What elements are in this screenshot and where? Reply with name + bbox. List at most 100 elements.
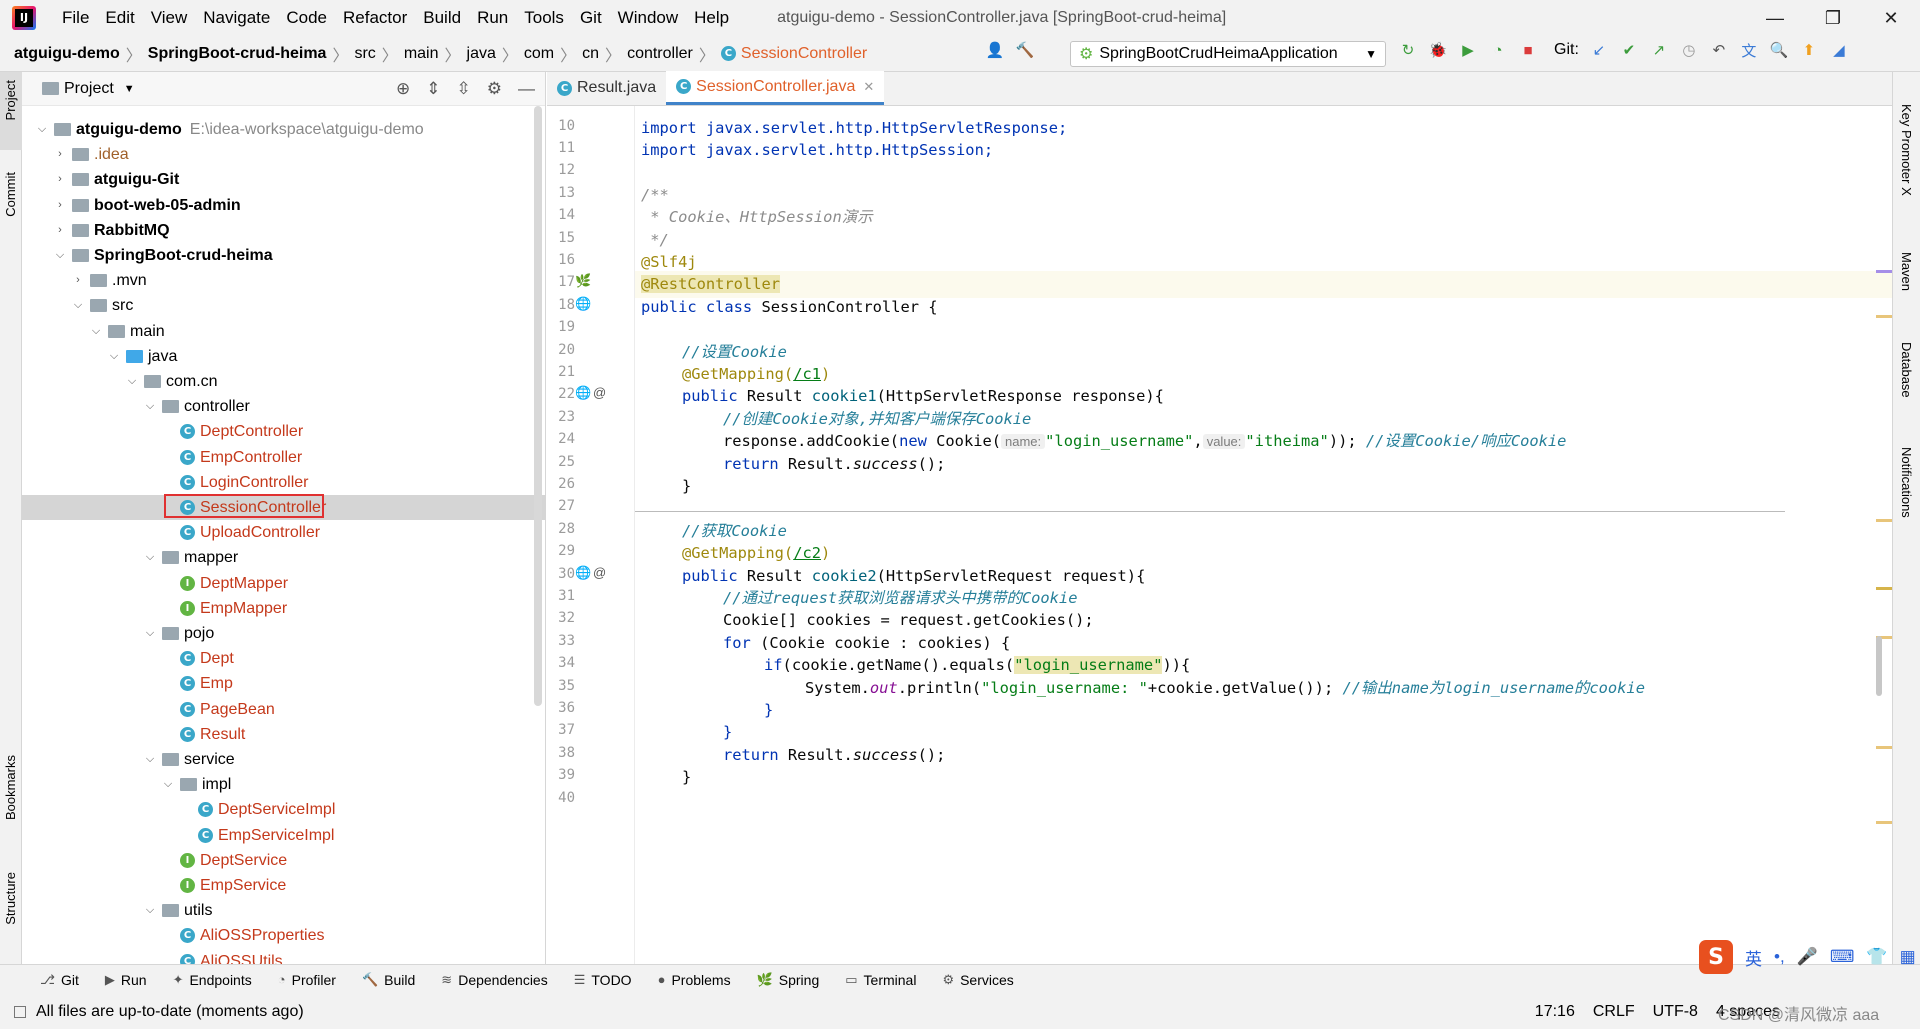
structure-tool-tab[interactable]: Structure <box>3 872 18 925</box>
menu-item-view[interactable]: View <box>143 0 196 36</box>
tree-file-deptserviceimpl[interactable]: C DeptServiceImpl <box>178 797 335 822</box>
chevron-down-icon[interactable]: ⌵ <box>70 293 86 318</box>
menu-item-git[interactable]: Git <box>572 0 610 36</box>
tree-folder-pojo[interactable]: ⌵ pojo <box>142 621 214 646</box>
menu-item-refactor[interactable]: Refactor <box>335 0 415 36</box>
build-hammer-icon[interactable]: 🔨 <box>1015 40 1035 60</box>
translate-icon[interactable]: 文 <box>1739 40 1759 60</box>
bottom-tool-git[interactable]: ⎇ Git <box>40 972 79 988</box>
expand-all-icon[interactable]: ⇕ <box>426 79 440 99</box>
chevron-down-icon[interactable]: ▼ <box>124 83 135 95</box>
spring-class-icon[interactable]: 🌐 <box>575 296 591 312</box>
tree-file-pagebean[interactable]: C PageBean <box>160 697 275 722</box>
status-panel-icon[interactable] <box>14 1005 26 1018</box>
skin-icon[interactable]: 👕 <box>1866 947 1887 967</box>
menu-item-edit[interactable]: Edit <box>97 0 142 36</box>
menu-item-tools[interactable]: Tools <box>516 0 572 36</box>
tree-file-empserviceimpl[interactable]: C EmpServiceImpl <box>178 823 334 848</box>
chevron-down-icon[interactable]: ⌵ <box>88 319 104 344</box>
maximize-button[interactable]: ❐ <box>1804 0 1862 36</box>
menu-item-file[interactable]: File <box>54 0 97 36</box>
debug-icon[interactable]: 🐞 <box>1428 40 1448 60</box>
tree-folder-controller[interactable]: ⌵ controller <box>142 394 250 419</box>
endpoint-icon[interactable]: 🌐 <box>575 565 591 581</box>
breadcrumb-item[interactable]: atguigu-demo <box>14 45 120 63</box>
chevron-down-icon[interactable]: ⌵ <box>142 747 158 772</box>
bookmarks-tool-tab[interactable]: Bookmarks <box>3 755 18 820</box>
keyboard-icon[interactable]: ⌨ <box>1830 947 1855 967</box>
ime-language[interactable]: 英 <box>1745 945 1762 970</box>
chevron-right-icon[interactable]: › <box>52 167 68 192</box>
bottom-tool-dependencies[interactable]: ≋ Dependencies <box>441 972 547 988</box>
tree-root[interactable]: ⌵ atguigu-demo E:\idea-workspace\atguigu-d… <box>34 117 424 142</box>
run-configuration-select[interactable]: ⚙ SpringBootCrudHeimaApplication ▼ <box>1070 41 1386 67</box>
tree-file-deptmapper[interactable]: I DeptMapper <box>160 571 288 596</box>
menu-item-code[interactable]: Code <box>278 0 335 36</box>
tree-folder-impl[interactable]: ⌵ impl <box>160 772 232 797</box>
line-separator[interactable]: CRLF <box>1593 1003 1635 1021</box>
grid-menu-icon[interactable]: ▦ <box>1900 947 1916 967</box>
profile-icon[interactable]: ◔ <box>1488 40 1508 60</box>
tree-file-empservice[interactable]: I EmpService <box>160 873 286 898</box>
menu-item-help[interactable]: Help <box>686 0 737 36</box>
implemented-at-icon[interactable]: @ <box>593 565 606 580</box>
breadcrumb-item[interactable]: cn <box>582 45 599 63</box>
tree-folder-com-cn[interactable]: ⌵ com.cn <box>124 369 218 394</box>
tree-file-uploadcontroller[interactable]: C UploadController <box>160 520 320 545</box>
endpoint-icon[interactable]: 🌐 <box>575 385 591 401</box>
bean-icon[interactable]: 🌿 <box>575 273 591 289</box>
breadcrumb-item[interactable]: SpringBoot-crud-heima <box>148 45 327 63</box>
tree-file-empmapper[interactable]: I EmpMapper <box>160 596 287 621</box>
code-with-me-icon[interactable]: ◢ <box>1829 40 1849 60</box>
project-panel-title[interactable]: Project <box>64 80 114 98</box>
tab-result[interactable]: C Result.java <box>547 71 666 105</box>
collapse-all-icon[interactable]: ⇳ <box>457 79 471 99</box>
tree-file-result[interactable]: C Result <box>160 722 245 747</box>
sogou-logo-icon[interactable]: S <box>1699 940 1733 974</box>
bottom-tool-terminal[interactable]: ▭ Terminal <box>845 972 916 988</box>
tree-file-deptservice[interactable]: I DeptService <box>160 848 287 873</box>
tree-folder-atguigu-git[interactable]: › atguigu-Git <box>52 167 179 192</box>
tree-folder--idea[interactable]: › .idea <box>52 142 129 167</box>
chevron-down-icon[interactable]: ⌵ <box>124 369 140 394</box>
breadcrumb-item[interactable]: com <box>524 45 554 63</box>
key-promoter-tool-tab[interactable]: Key Promoter X <box>1899 104 1914 196</box>
bottom-tool-todo[interactable]: ☰ TODO <box>574 972 632 988</box>
git-commit-icon[interactable]: ✔ <box>1619 40 1639 60</box>
close-window-button[interactable]: ✕ <box>1862 0 1920 36</box>
tree-folder-mapper[interactable]: ⌵ mapper <box>142 545 238 570</box>
maven-tool-tab[interactable]: Maven <box>1899 252 1914 291</box>
coverage-icon[interactable]: ▶ <box>1458 40 1478 60</box>
commit-tool-tab[interactable]: Commit <box>3 172 18 217</box>
file-encoding[interactable]: UTF-8 <box>1653 1003 1698 1021</box>
stop-icon[interactable]: ■ <box>1518 40 1538 60</box>
tree-file-deptcontroller[interactable]: C DeptController <box>160 419 303 444</box>
breadcrumb-current[interactable]: SessionController <box>741 45 867 63</box>
chevron-down-icon[interactable]: ⌵ <box>142 394 158 419</box>
tab-sessioncontroller[interactable]: C SessionController.java ✕ <box>666 71 885 105</box>
breadcrumb-item[interactable]: java <box>467 45 496 63</box>
hide-panel-icon[interactable]: — <box>518 79 535 99</box>
chevron-down-icon[interactable]: ⌵ <box>34 117 50 142</box>
settings-gear-icon[interactable]: ⚙ <box>487 79 502 99</box>
punctuation-icon[interactable]: •, <box>1774 947 1785 967</box>
tree-file-empcontroller[interactable]: C EmpController <box>160 445 302 470</box>
chevron-down-icon[interactable]: ⌵ <box>106 344 122 369</box>
tree-folder-springboot-crud-heima[interactable]: ⌵ SpringBoot-crud-heima <box>52 243 273 268</box>
tree-folder-rabbitmq[interactable]: › RabbitMQ <box>52 218 169 243</box>
chevron-right-icon[interactable]: › <box>52 193 68 218</box>
chevron-down-icon[interactable]: ⌵ <box>142 898 158 923</box>
bottom-tool-spring[interactable]: 🌿 Spring <box>757 972 820 988</box>
locate-icon[interactable]: ⊕ <box>396 79 410 99</box>
bottom-tool-endpoints[interactable]: ✦ Endpoints <box>173 972 252 988</box>
code-editor[interactable]: import javax.servlet.http.HttpServletRes… <box>635 106 1892 964</box>
microphone-icon[interactable]: 🎤 <box>1797 947 1818 967</box>
git-history-icon[interactable]: ◷ <box>1679 40 1699 60</box>
menu-item-navigate[interactable]: Navigate <box>195 0 278 36</box>
tree-file-logincontroller[interactable]: C LoginController <box>160 470 309 495</box>
database-tool-tab[interactable]: Database <box>1899 342 1914 398</box>
rerun-icon[interactable]: ↻ <box>1398 40 1418 60</box>
menu-item-run[interactable]: Run <box>469 0 516 36</box>
tree-file-dept[interactable]: C Dept <box>160 646 234 671</box>
chevron-down-icon[interactable]: ⌵ <box>142 545 158 570</box>
